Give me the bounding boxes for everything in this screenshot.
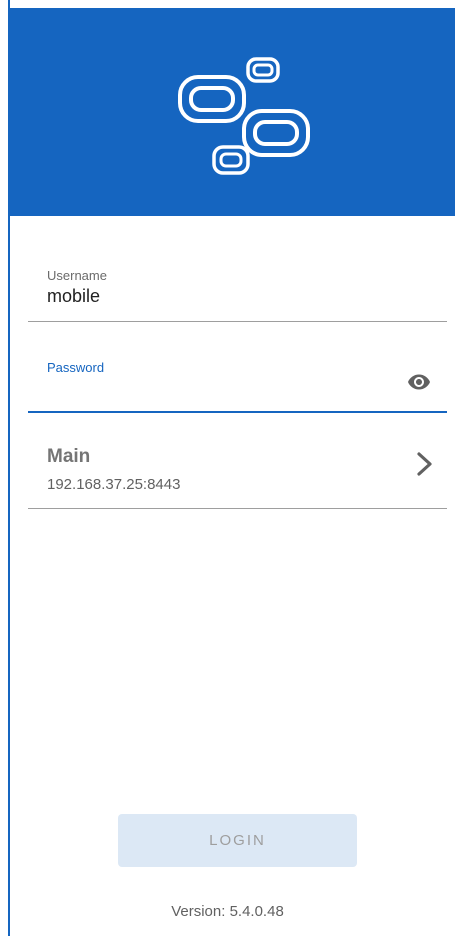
password-label: Password — [47, 360, 105, 375]
brand-header — [10, 8, 455, 216]
username-underline — [28, 321, 447, 322]
username-label: Username — [47, 268, 107, 283]
password-underline — [28, 411, 447, 413]
username-input[interactable]: mobile — [47, 286, 100, 307]
version-label: Version: 5.4.0.48 — [171, 903, 284, 920]
chevron-right-icon[interactable] — [414, 451, 436, 477]
show-password-button[interactable] — [405, 370, 433, 394]
server-address: 192.168.37.25:8443 — [47, 476, 181, 493]
server-underline — [28, 508, 447, 509]
eye-icon — [408, 374, 430, 390]
username-field[interactable]: Username mobile — [28, 262, 447, 324]
linked-rounded-rectangles-logo-icon — [178, 57, 310, 175]
server-name: Main — [47, 446, 91, 467]
password-field[interactable]: Password — [28, 355, 447, 415]
login-button[interactable]: LOGIN — [118, 814, 357, 867]
